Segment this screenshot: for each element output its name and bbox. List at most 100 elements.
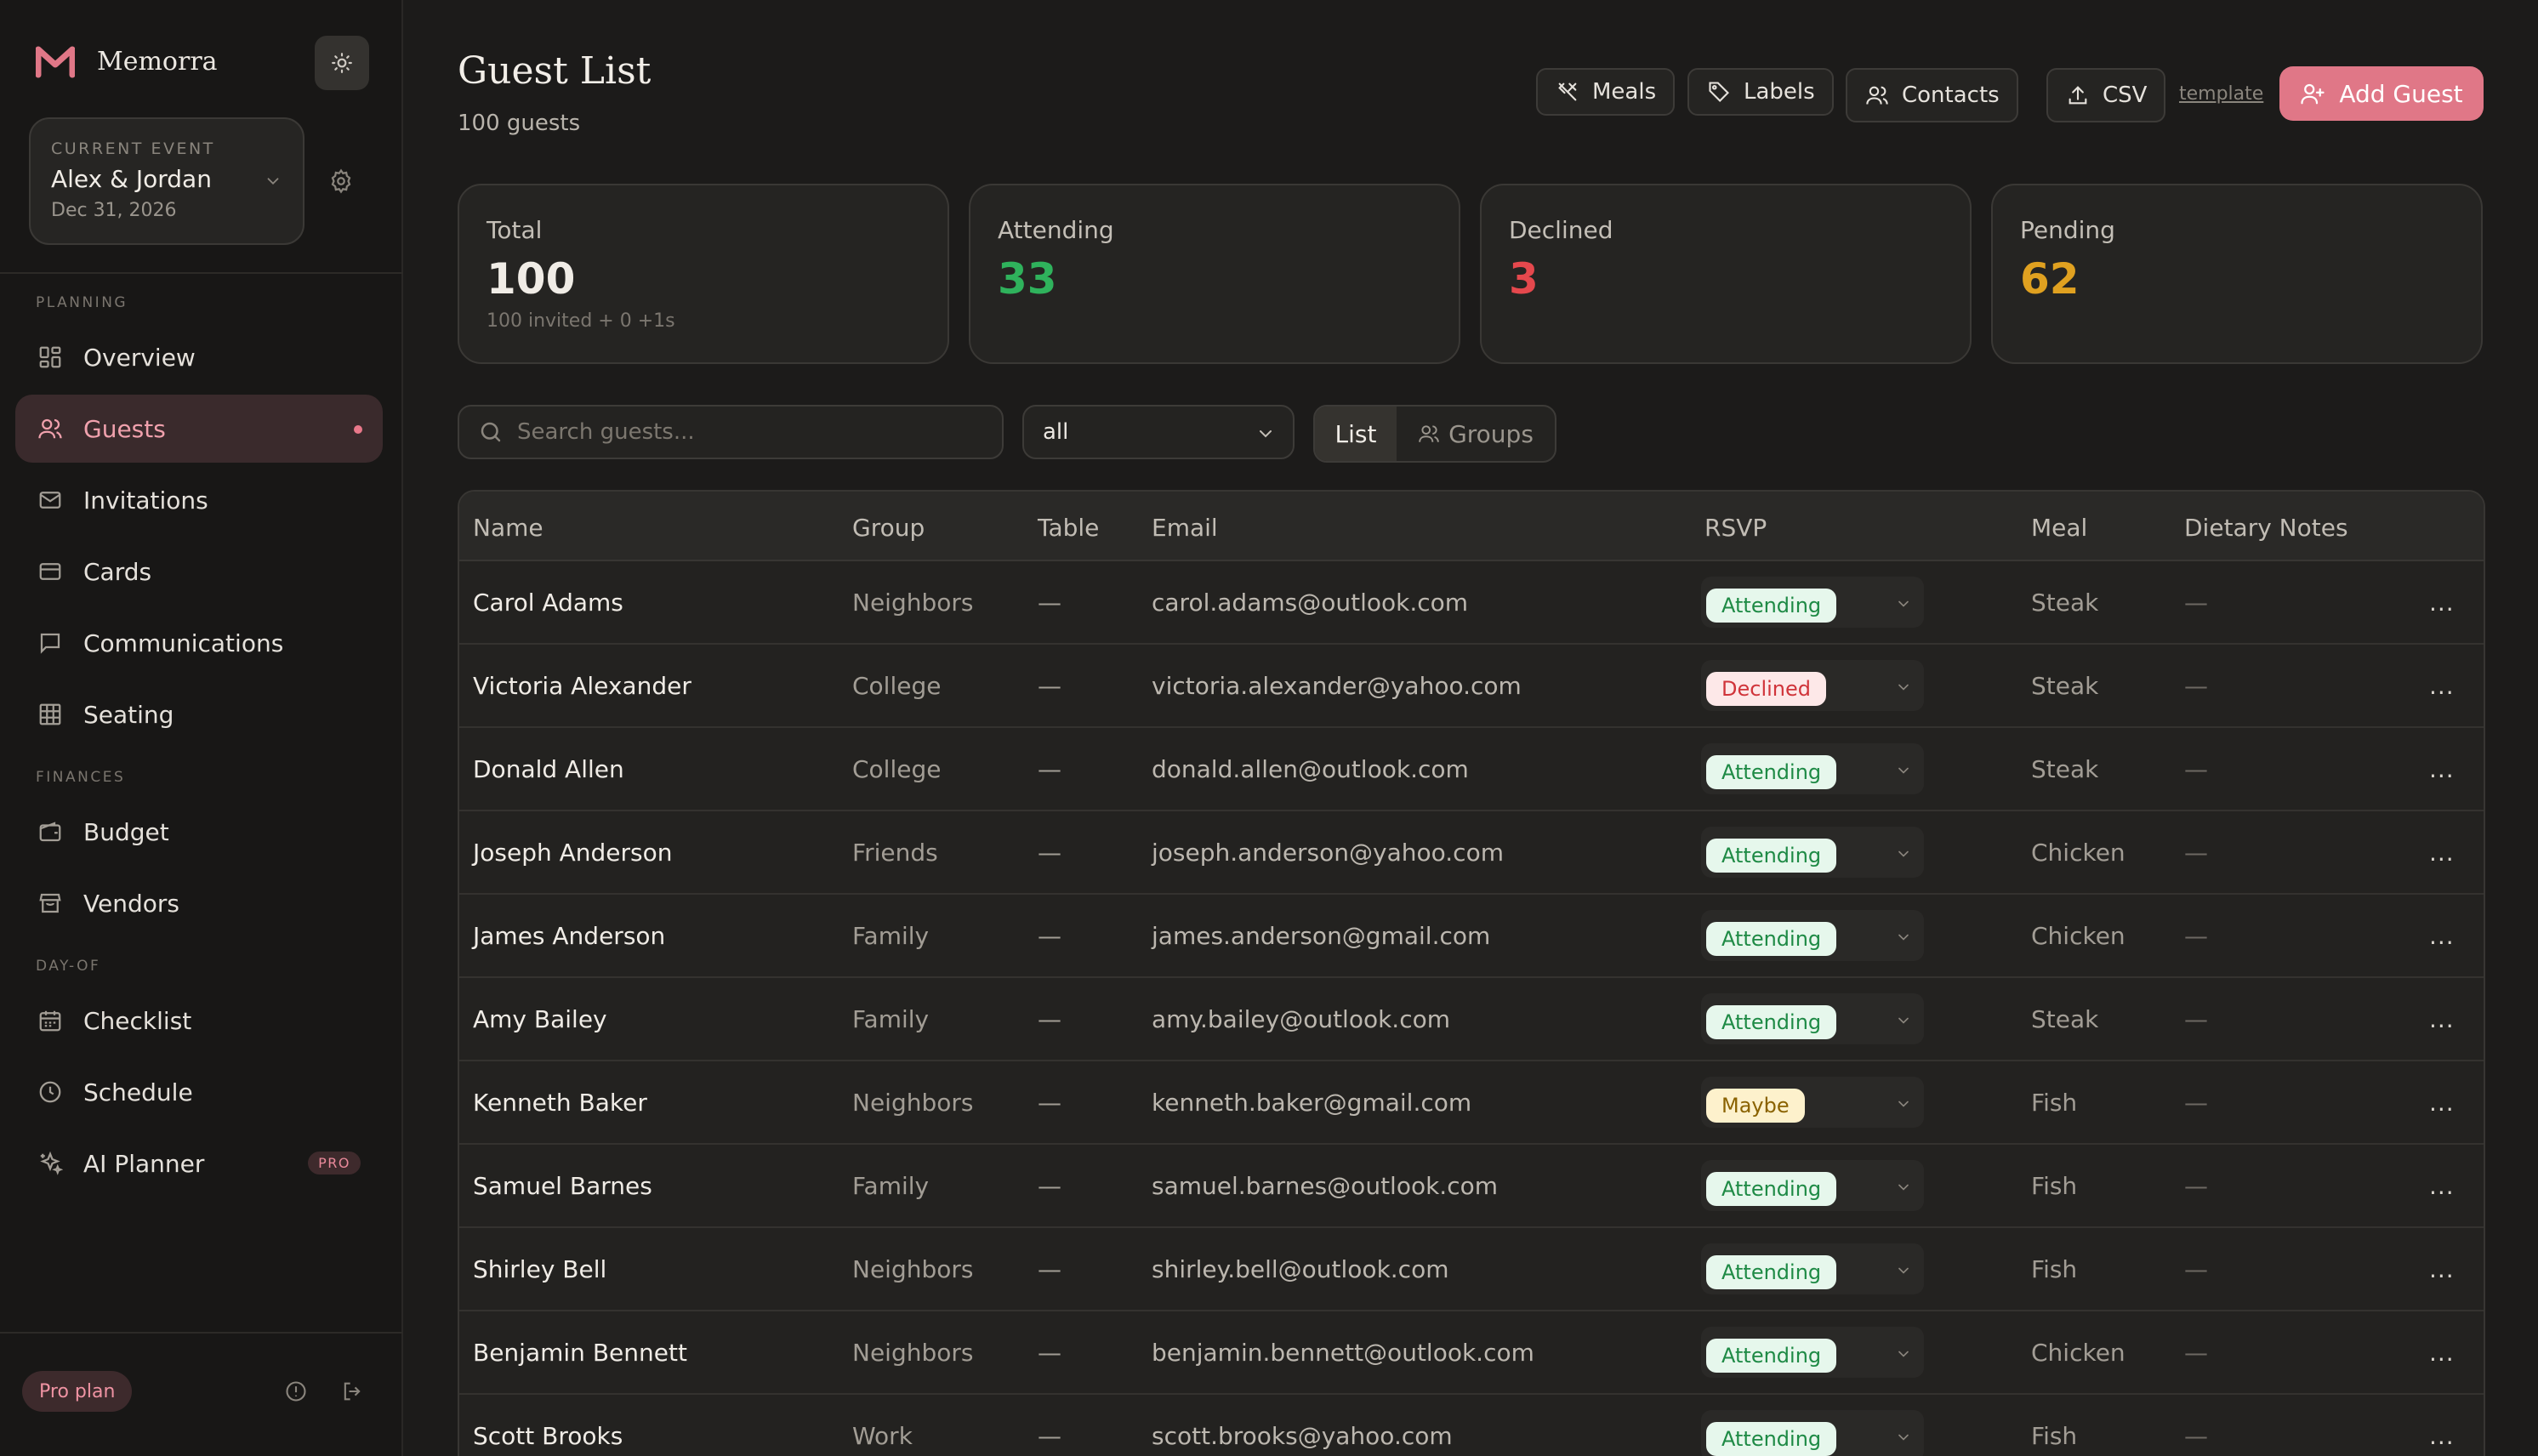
guest-group: Family <box>852 922 930 950</box>
row-actions-menu-icon[interactable]: ··· <box>2429 845 2455 873</box>
event-name: Alex & Jordan <box>51 165 212 193</box>
add-guest-button[interactable]: Add Guest <box>2279 66 2484 121</box>
row-actions-menu-icon[interactable]: ··· <box>2429 1095 2455 1123</box>
rsvp-status-badge: Attending <box>1706 1172 1837 1206</box>
table-row[interactable]: Samuel Barnes Family — samuel.barnes@outloo… <box>459 1145 2484 1228</box>
stat-label: Declined <box>1509 216 1613 244</box>
page-title: Guest List <box>458 49 652 93</box>
guest-table-number: — <box>1038 589 1061 617</box>
row-actions-menu-icon[interactable]: ··· <box>2429 1429 2455 1456</box>
table-row[interactable]: Shirley Bell Neighbors — shirley.bell@outlo… <box>459 1228 2484 1311</box>
table-row[interactable]: Amy Bailey Family — amy.bailey@outlook.com A… <box>459 978 2484 1061</box>
row-actions-menu-icon[interactable]: ··· <box>2429 762 2455 790</box>
view-list-button[interactable]: List <box>1315 407 1397 461</box>
table-row[interactable]: Joseph Anderson Friends — joseph.anderson@y… <box>459 811 2484 895</box>
contacts-button[interactable]: Contacts <box>1846 68 2018 122</box>
sidebar-item-vendors[interactable]: Vendors <box>15 869 383 937</box>
column-header-rsvp[interactable]: RSVP <box>1704 514 1767 542</box>
brand[interactable]: Memorra <box>36 44 218 78</box>
sidebar-item-cards[interactable]: Cards <box>15 537 383 606</box>
row-actions-menu-icon[interactable]: ··· <box>2429 679 2455 707</box>
guest-dietary-notes: — <box>2184 1255 2208 1283</box>
search-box[interactable] <box>458 405 1004 459</box>
table-row[interactable]: Benjamin Bennett Neighbors — benjamin.benne… <box>459 1311 2484 1395</box>
plan-badge[interactable]: Pro plan <box>22 1371 133 1412</box>
table-row[interactable]: Donald Allen College — donald.allen@outlook… <box>459 728 2484 811</box>
template-link[interactable]: template <box>2179 83 2263 105</box>
rsvp-select[interactable]: Declined <box>1701 660 1924 711</box>
sidebar-item-budget[interactable]: Budget <box>15 798 383 866</box>
chevron-down-icon <box>1895 1429 1912 1449</box>
logout-icon[interactable] <box>339 1378 366 1405</box>
guest-table-number: — <box>1038 922 1061 950</box>
rsvp-select[interactable]: Attending <box>1701 1160 1924 1211</box>
labels-button[interactable]: Labels <box>1687 68 1834 116</box>
event-selector[interactable]: CURRENT EVENT Alex & Jordan Dec 31, 2026 <box>29 117 304 245</box>
guest-email: carol.adams@outlook.com <box>1152 589 1469 617</box>
table-row[interactable]: Scott Brooks Work — scott.brooks@yahoo.com A… <box>459 1395 2484 1456</box>
row-actions-menu-icon[interactable]: ··· <box>2429 595 2455 623</box>
rsvp-select[interactable]: Maybe <box>1701 1077 1924 1128</box>
meals-button[interactable]: Meals <box>1536 68 1676 116</box>
sidebar-item-guests[interactable]: Guests <box>15 395 383 463</box>
sidebar-item-schedule[interactable]: Schedule <box>15 1058 383 1126</box>
rsvp-status-badge: Attending <box>1706 1255 1837 1289</box>
sidebar: Memorra CURRENT EVENT Alex & Jordan Dec … <box>0 0 403 1456</box>
event-settings-gear-icon[interactable] <box>328 168 354 194</box>
table-row[interactable]: James Anderson Family — james.anderson@gmai… <box>459 895 2484 978</box>
guest-meal: Steak <box>2031 1005 2099 1033</box>
rsvp-select[interactable]: Attending <box>1701 1410 1924 1456</box>
sidebar-item-invitations[interactable]: Invitations <box>15 466 383 534</box>
contacts-icon <box>1864 82 1890 108</box>
guest-meal: Fish <box>2031 1255 2078 1283</box>
sidebar-item-communications[interactable]: Communications <box>15 609 383 677</box>
table-row[interactable]: Victoria Alexander College — victoria.alexa… <box>459 645 2484 728</box>
rsvp-select[interactable]: Attending <box>1701 993 1924 1044</box>
sidebar-item-checklist[interactable]: Checklist <box>15 987 383 1055</box>
row-actions-menu-icon[interactable]: ··· <box>2429 1262 2455 1290</box>
column-header-dietary-notes[interactable]: Dietary Notes <box>2184 514 2348 542</box>
sidebar-item-label: Checklist <box>83 1006 192 1035</box>
info-icon[interactable] <box>282 1378 310 1405</box>
stat-value: 33 <box>998 254 1057 304</box>
clock-icon <box>36 1078 65 1106</box>
stat-card-attending: Attending 33 <box>969 184 1460 364</box>
table-row[interactable]: Carol Adams Neighbors — carol.adams@outlook… <box>459 561 2484 645</box>
column-header-group[interactable]: Group <box>852 514 925 542</box>
rsvp-select[interactable]: Attending <box>1701 827 1924 878</box>
rsvp-select[interactable]: Attending <box>1701 743 1924 794</box>
sidebar-item-seating[interactable]: Seating <box>15 680 383 748</box>
row-actions-menu-icon[interactable]: ··· <box>2429 1179 2455 1207</box>
main-content: Guest List 100 guests Meals Labels Conta… <box>403 0 2538 1456</box>
view-groups-button[interactable]: Groups <box>1397 407 1555 461</box>
rsvp-filter-select[interactable]: all <box>1022 405 1295 459</box>
column-header-name[interactable]: Name <box>473 514 543 542</box>
stat-label: Total <box>487 216 543 244</box>
rsvp-select[interactable]: Attending <box>1701 577 1924 628</box>
column-header-meal[interactable]: Meal <box>2031 514 2087 542</box>
rsvp-select[interactable]: Attending <box>1701 1327 1924 1378</box>
column-header-table[interactable]: Table <box>1038 514 1099 542</box>
wallet-icon <box>36 817 65 846</box>
sidebar-item-overview[interactable]: Overview <box>15 323 383 391</box>
column-header-email[interactable]: Email <box>1152 514 1218 542</box>
section-planning: PLANNING <box>36 294 128 311</box>
table-row[interactable]: Kenneth Baker Neighbors — kenneth.baker@gma… <box>459 1061 2484 1145</box>
csv-import-button[interactable]: CSV <box>2046 68 2166 122</box>
chevron-down-icon <box>1895 1095 1912 1116</box>
row-actions-menu-icon[interactable]: ··· <box>2429 1345 2455 1374</box>
rsvp-select[interactable]: Attending <box>1701 910 1924 961</box>
search-input[interactable] <box>517 419 993 445</box>
row-actions-menu-icon[interactable]: ··· <box>2429 1012 2455 1040</box>
guest-dietary-notes: — <box>2184 1422 2208 1450</box>
sidebar-item-label: Invitations <box>83 486 208 515</box>
chevron-down-icon <box>1895 929 1912 949</box>
contacts-label: Contacts <box>1902 82 2000 108</box>
row-actions-menu-icon[interactable]: ··· <box>2429 929 2455 957</box>
rsvp-select[interactable]: Attending <box>1701 1243 1924 1294</box>
store-icon <box>36 889 65 918</box>
user-plus-icon <box>2300 81 2325 106</box>
sidebar-item-ai-planner[interactable]: AI Planner PRO <box>15 1129 383 1197</box>
theme-toggle-button[interactable] <box>315 36 369 90</box>
guest-table-number: — <box>1038 1172 1061 1200</box>
